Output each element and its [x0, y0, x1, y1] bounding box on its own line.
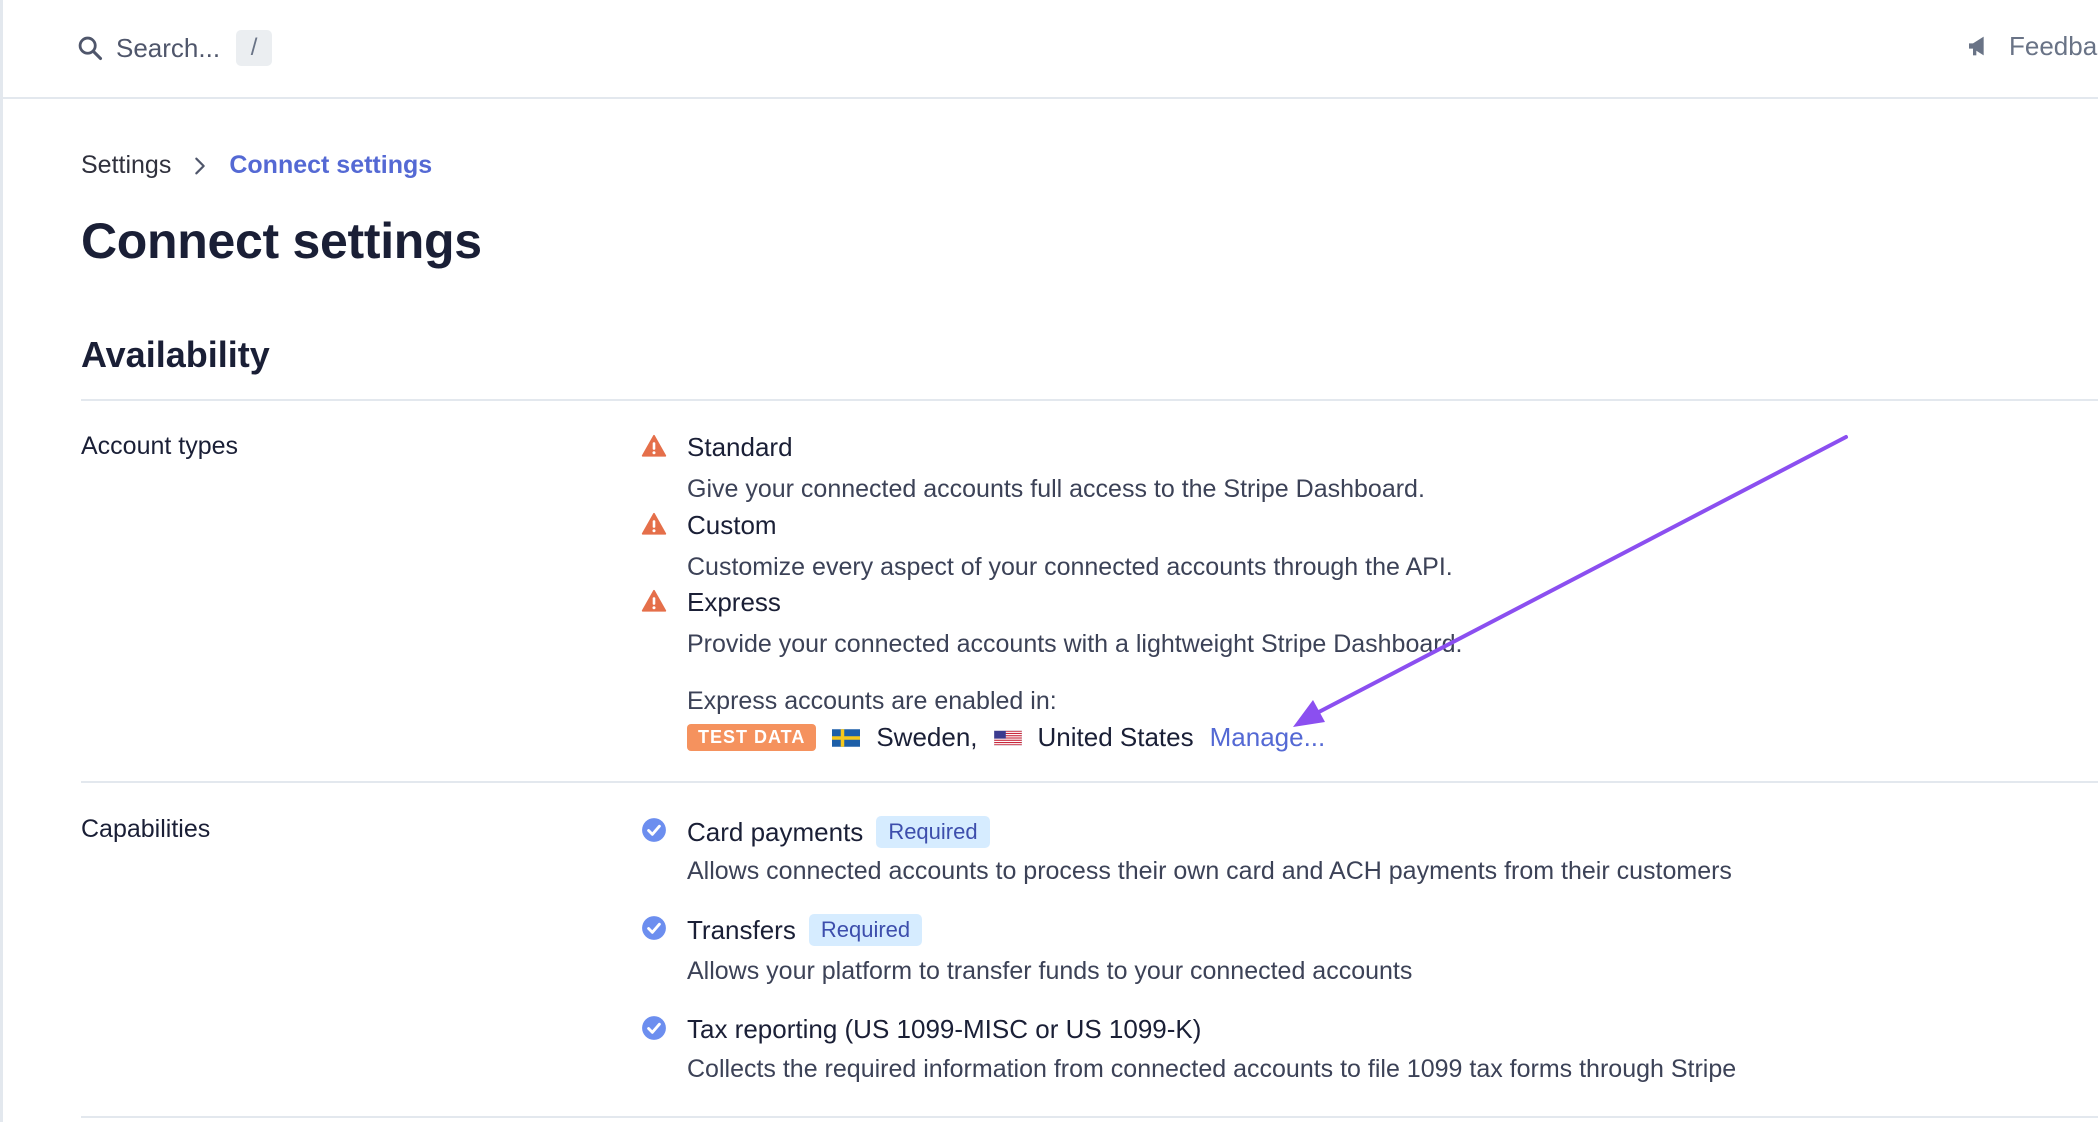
row-divider — [81, 781, 2098, 783]
us-flag-icon — [993, 729, 1022, 746]
test-data-badge: TEST DATA — [687, 724, 817, 751]
check-circle-icon — [642, 1016, 666, 1040]
capability-description: Allows your platform to transfer funds t… — [687, 957, 1413, 985]
capability-title: Tax reporting (US 1099-MISC or US 1099-K… — [687, 1014, 1202, 1044]
capability-tax-reporting: Tax reporting (US 1099-MISC or US 1099-K… — [641, 1014, 1736, 1084]
feedback-label: Feedba — [2009, 30, 2098, 61]
megaphone-icon — [1969, 36, 1984, 56]
breadcrumb-current[interactable]: Connect settings — [229, 151, 432, 180]
sweden-flag-icon — [832, 728, 861, 747]
account-type-description: Customize every aspect of your connected… — [687, 553, 1453, 581]
breadcrumb: Settings Connect settings — [81, 151, 432, 180]
capability-description: Collects the required information from c… — [687, 1055, 1737, 1083]
account-type-title: Standard — [687, 432, 793, 462]
country-name: Sweden, — [876, 722, 978, 752]
page-title: Connect settings — [81, 213, 482, 269]
account-type-custom: Custom Customize every aspect of your co… — [641, 510, 1453, 582]
warning-icon — [641, 434, 667, 457]
check-circle-icon — [642, 916, 666, 940]
country-name: United States — [1037, 722, 1194, 752]
express-country-list: TEST DATA Sweden, United States Manage..… — [687, 722, 1325, 753]
capability-title: Transfers — [687, 915, 796, 945]
capability-description: Allows connected accounts to process the… — [687, 857, 1732, 885]
account-type-standard: Standard Give your connected accounts fu… — [641, 432, 1425, 504]
account-type-description: Give your connected accounts full access… — [687, 475, 1425, 503]
required-badge: Required — [808, 914, 923, 946]
account-type-description: Provide your connected accounts with a l… — [687, 630, 1463, 658]
search-bar[interactable]: Search... / — [76, 30, 273, 66]
capability-title: Card payments — [687, 817, 864, 847]
chevron-right-icon — [195, 157, 206, 174]
search-shortcut-key: / — [236, 30, 273, 66]
feedback-button[interactable]: Feedba — [1965, 30, 2097, 62]
capability-card-payments: Card payments Required Allows connected … — [641, 816, 1732, 886]
required-badge: Required — [876, 816, 990, 848]
top-bar: Search... / Feedba — [3, 0, 2098, 99]
account-type-express: Express Provide your connected accounts … — [641, 587, 1462, 659]
warning-icon — [641, 512, 667, 535]
manage-countries-link[interactable]: Manage... — [1210, 722, 1326, 753]
capabilities-label: Capabilities — [81, 815, 211, 843]
section-title-availability: Availability — [81, 334, 270, 375]
check-circle-icon — [642, 818, 666, 842]
capability-transfers: Transfers Required Allows your platform … — [641, 914, 1412, 986]
warning-icon — [641, 589, 667, 612]
page: Search... / Feedba Settings Connect sett… — [0, 0, 2098, 1122]
section-divider — [81, 399, 2098, 401]
search-icon — [78, 36, 103, 61]
account-type-title: Express — [687, 587, 781, 617]
express-enabled-note: Express accounts are enabled in: — [687, 687, 1057, 715]
breadcrumb-settings-link[interactable]: Settings — [81, 151, 171, 180]
account-type-title: Custom — [687, 510, 777, 540]
account-types-label: Account types — [81, 432, 239, 460]
row-divider — [81, 1116, 2098, 1118]
search-input[interactable]: Search... — [116, 33, 220, 64]
